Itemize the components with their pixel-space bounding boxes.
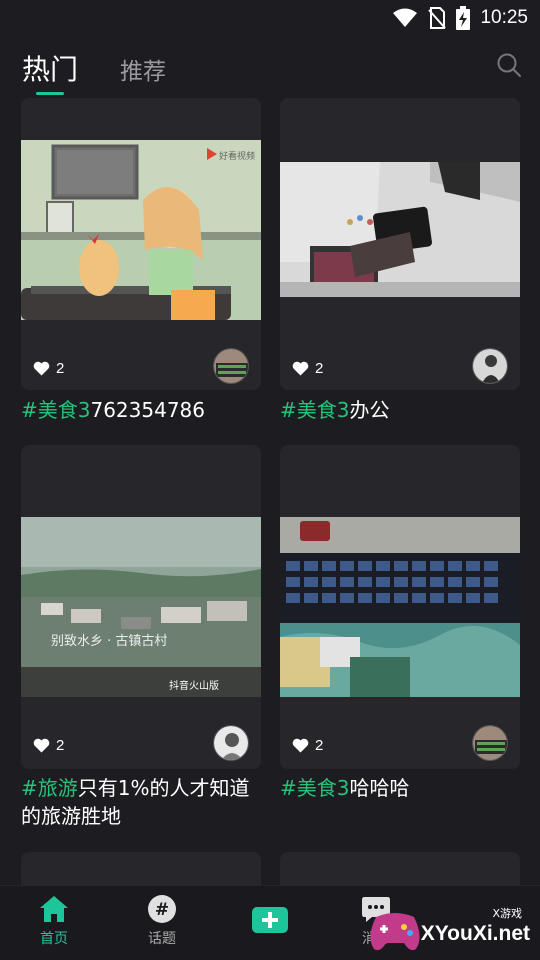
video-thumbnail[interactable] bbox=[280, 517, 520, 697]
battery-charging-icon bbox=[456, 6, 471, 30]
video-thumbnail[interactable]: 别致水乡 · 古镇古村 抖音火山版 bbox=[21, 517, 261, 697]
thumb-caption: 好看视频 bbox=[219, 150, 255, 162]
topic-tag[interactable]: #旅游 bbox=[21, 776, 78, 800]
like-count[interactable]: 2 bbox=[33, 360, 64, 377]
thumbnail-image: 别致水乡 · 古镇古村 抖音火山版 bbox=[21, 517, 261, 697]
status-icons: 10:25 bbox=[392, 6, 528, 30]
thumbnail-image bbox=[280, 162, 520, 297]
top-tabs: 热门 推荐 bbox=[0, 38, 540, 98]
avatar[interactable] bbox=[472, 725, 508, 761]
like-count-value: 2 bbox=[315, 737, 324, 754]
video-title[interactable]: #美食3哈哈哈 bbox=[280, 774, 525, 802]
nav-home-label: 首页 bbox=[40, 931, 68, 947]
video-title-text: 哈哈哈 bbox=[349, 776, 410, 800]
watermark-small-text: X游戏 bbox=[492, 907, 522, 920]
thumbnail-image: 好看视频 bbox=[21, 140, 261, 320]
video-card[interactable]: 好看视频 2 bbox=[21, 98, 261, 390]
nav-home[interactable]: 首页 bbox=[14, 894, 94, 948]
search-icon[interactable] bbox=[496, 52, 522, 78]
nav-add[interactable] bbox=[230, 906, 310, 934]
nav-topics[interactable]: # 话题 bbox=[122, 894, 202, 948]
tab-recommend[interactable]: 推荐 bbox=[120, 52, 166, 86]
active-tab-indicator bbox=[36, 92, 64, 95]
heart-icon bbox=[33, 738, 50, 753]
gamepad-logo-icon bbox=[370, 913, 420, 951]
topic-tag[interactable]: #美食3 bbox=[280, 776, 349, 800]
like-count-value: 2 bbox=[56, 737, 65, 754]
video-thumbnail[interactable]: 好看视频 bbox=[21, 140, 261, 320]
site-watermark: X游戏 XYouXi.net bbox=[366, 905, 536, 955]
tab-hot[interactable]: 热门 bbox=[22, 48, 78, 88]
video-title[interactable]: #旅游只有1%的人才知道的旅游胜地 bbox=[21, 774, 266, 830]
status-bar: 10:25 bbox=[0, 0, 540, 36]
heart-icon bbox=[292, 738, 309, 753]
watermark-site-text: XYouXi.net bbox=[420, 922, 530, 945]
video-card[interactable] bbox=[21, 852, 261, 885]
video-thumbnail[interactable] bbox=[280, 162, 520, 297]
video-feed[interactable]: 好看视频 2 #美食3762354786 2 #美食3办公 别致水乡 · 古镇古… bbox=[0, 98, 540, 885]
video-card[interactable]: 2 bbox=[280, 98, 520, 390]
like-count[interactable]: 2 bbox=[292, 737, 323, 754]
avatar[interactable] bbox=[213, 348, 249, 384]
home-icon bbox=[40, 896, 68, 922]
video-title[interactable]: #美食3办公 bbox=[280, 396, 525, 424]
thumb-watermark: 抖音火山版 bbox=[169, 679, 219, 692]
heart-icon bbox=[292, 361, 309, 376]
video-title[interactable]: #美食3762354786 bbox=[21, 396, 266, 424]
avatar[interactable] bbox=[472, 348, 508, 384]
hashtag-icon: # bbox=[148, 895, 176, 923]
thumbnail-image bbox=[280, 517, 520, 697]
video-title-text: 办公 bbox=[349, 398, 390, 422]
like-count-value: 2 bbox=[56, 360, 65, 377]
nav-topics-label: 话题 bbox=[148, 931, 176, 947]
no-sim-icon bbox=[428, 7, 447, 29]
video-card[interactable] bbox=[280, 852, 520, 885]
topic-tag[interactable]: #美食3 bbox=[21, 398, 90, 422]
like-count[interactable]: 2 bbox=[292, 360, 323, 377]
thumb-caption: 别致水乡 · 古镇古村 bbox=[51, 634, 167, 649]
video-card[interactable]: 2 bbox=[280, 445, 520, 769]
topic-tag[interactable]: #美食3 bbox=[280, 398, 349, 422]
svg-text:#: # bbox=[155, 900, 169, 920]
wifi-icon bbox=[393, 8, 418, 27]
video-card[interactable]: 别致水乡 · 古镇古村 抖音火山版 2 bbox=[21, 445, 261, 769]
add-icon bbox=[252, 907, 288, 933]
like-count-value: 2 bbox=[315, 360, 324, 377]
video-title-text: 762354786 bbox=[90, 398, 206, 422]
status-time: 10:25 bbox=[480, 7, 528, 28]
heart-icon bbox=[33, 361, 50, 376]
like-count[interactable]: 2 bbox=[33, 737, 64, 754]
avatar[interactable] bbox=[213, 725, 249, 761]
